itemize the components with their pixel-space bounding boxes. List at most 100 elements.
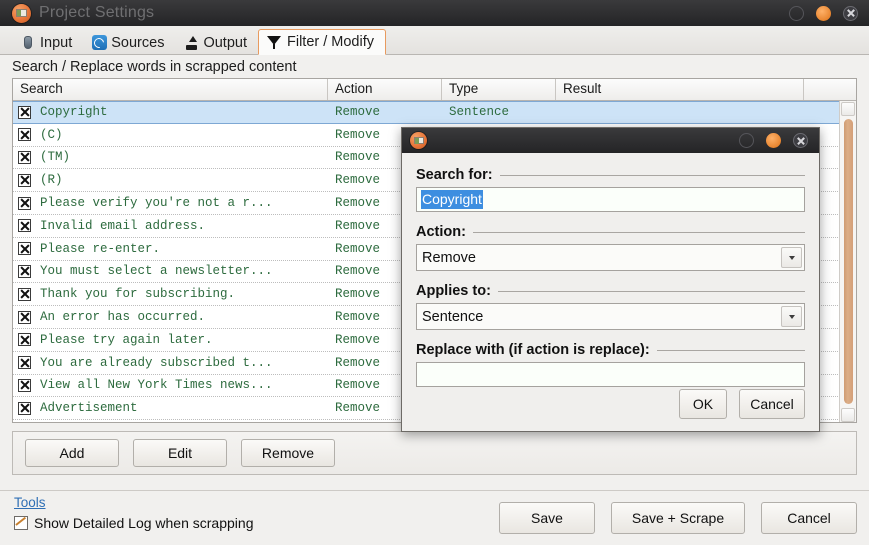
mouse-icon (20, 35, 36, 51)
label-rule (497, 290, 805, 292)
minimize-icon[interactable] (789, 5, 804, 21)
cell-search: (TM) (13, 150, 328, 164)
row-checkbox-icon[interactable] (18, 287, 31, 301)
section-label: Search / Replace words in scrapped conte… (12, 59, 297, 75)
checkbox-icon[interactable] (14, 516, 28, 530)
action-label-row: Action: (416, 224, 805, 240)
cell-search: (C) (13, 128, 328, 142)
dialog-ok-button[interactable]: OK (679, 389, 727, 419)
row-checkbox-icon[interactable] (18, 333, 31, 347)
label-rule (656, 349, 805, 351)
cell-search-text: Copyright (40, 105, 108, 120)
cell-search: Please re-enter. (13, 242, 328, 256)
tab-output-label: Output (203, 34, 247, 51)
row-checkbox-icon[interactable] (18, 242, 31, 256)
save-button[interactable]: Save (499, 502, 595, 534)
row-checkbox-icon[interactable] (18, 310, 31, 324)
cell-search-text: View all New York Times news... (40, 378, 273, 393)
cell-search: Copyright (13, 105, 328, 119)
tab-sources[interactable]: Sources (83, 30, 175, 55)
maximize-icon[interactable] (766, 133, 781, 148)
cell-search-text: Thank you for subscribing. (40, 287, 236, 302)
cell-search-text: An error has occurred. (40, 310, 206, 325)
replace-with-label: Replace with (if action is replace): (416, 342, 650, 358)
maximize-icon[interactable] (816, 5, 831, 21)
cancel-button[interactable]: Cancel (761, 502, 857, 534)
table-scrollbar[interactable] (839, 101, 856, 422)
scroll-up-icon[interactable] (841, 102, 855, 116)
window-title: Project Settings (39, 4, 155, 21)
row-checkbox-icon[interactable] (18, 105, 31, 119)
show-detailed-log-label: Show Detailed Log when scrapping (34, 515, 254, 531)
window-titlebar: Project Settings (0, 0, 869, 26)
row-checkbox-icon[interactable] (18, 264, 31, 278)
close-icon[interactable] (793, 133, 808, 148)
add-button[interactable]: Add (25, 439, 119, 467)
cell-search-text: You must select a newsletter... (40, 264, 273, 279)
column-header-type[interactable]: Type (442, 79, 556, 100)
chevron-down-icon[interactable] (781, 247, 802, 268)
scroll-down-icon[interactable] (841, 408, 855, 422)
row-checkbox-icon[interactable] (18, 401, 31, 415)
cell-search: View all New York Times news... (13, 378, 328, 392)
replace-with-input[interactable] (416, 362, 805, 387)
tools-link[interactable]: Tools (14, 495, 46, 510)
row-checkbox-icon[interactable] (18, 196, 31, 210)
cell-search: Please try again later. (13, 333, 328, 347)
window-footer: Tools Show Detailed Log when scrapping S… (0, 490, 869, 545)
project-settings-window: Project Settings Input Sources Output Fi… (0, 0, 869, 545)
cell-search-text: Advertisement (40, 401, 138, 416)
chevron-down-icon[interactable] (781, 306, 802, 327)
tab-output[interactable]: Output (175, 30, 258, 55)
tab-sources-label: Sources (111, 34, 165, 51)
row-checkbox-icon[interactable] (18, 173, 31, 187)
row-checkbox-icon[interactable] (18, 356, 31, 370)
dialog-cancel-button[interactable]: Cancel (739, 389, 805, 419)
label-rule (472, 231, 805, 233)
row-checkbox-icon[interactable] (18, 128, 31, 142)
action-select[interactable]: Remove (416, 244, 805, 271)
cell-search-text: Please try again later. (40, 332, 213, 347)
show-detailed-log-checkbox[interactable]: Show Detailed Log when scrapping (14, 515, 253, 531)
tab-input[interactable]: Input (12, 30, 83, 55)
cell-search-text: Invalid email address. (40, 218, 206, 233)
close-icon[interactable] (843, 5, 858, 21)
replace-with-label-row: Replace with (if action is replace): (416, 342, 805, 358)
column-header-result[interactable]: Result (556, 79, 804, 100)
cell-search: Thank you for subscribing. (13, 287, 328, 301)
dialog-titlebar (402, 128, 819, 153)
app-window-icon (410, 132, 427, 149)
funnel-icon (267, 34, 283, 50)
column-header-search[interactable]: Search (13, 79, 328, 100)
tab-filter-modify-label: Filter / Modify (286, 34, 374, 50)
applies-to-label-row: Applies to: (416, 283, 805, 299)
cell-search: An error has occurred. (13, 310, 328, 324)
cell-type: Sentence (449, 105, 510, 120)
row-checkbox-icon[interactable] (18, 378, 31, 392)
footer-buttons: Save Save + Scrape Cancel (499, 502, 857, 534)
save-and-scrape-button[interactable]: Save + Scrape (611, 502, 745, 534)
applies-to-select[interactable]: Sentence (416, 303, 805, 330)
dialog-body: Search for: Copyright Action: Remove App… (402, 153, 819, 387)
export-icon (183, 35, 199, 51)
minimize-icon[interactable] (739, 133, 754, 148)
column-header-action[interactable]: Action (328, 79, 442, 100)
cell-search: Advertisement (13, 401, 328, 415)
scrollbar-thumb[interactable] (844, 119, 853, 404)
row-checkbox-icon[interactable] (18, 219, 31, 233)
edit-button[interactable]: Edit (133, 439, 227, 467)
remove-button[interactable]: Remove (241, 439, 335, 467)
label-rule (499, 174, 805, 176)
table-row[interactable]: Copyright Remove Sentence (13, 101, 856, 124)
row-checkbox-icon[interactable] (18, 150, 31, 164)
column-header-pad (804, 79, 856, 100)
cell-search: Please verify you're not a r... (13, 196, 328, 210)
search-for-value: Copyright (421, 190, 483, 209)
dialog-window-controls (739, 133, 819, 148)
cell-search: Invalid email address. (13, 219, 328, 233)
search-for-input[interactable]: Copyright (416, 187, 805, 212)
cell-search-text: (C) (40, 127, 63, 142)
cell-search-text: (TM) (40, 150, 71, 165)
cell-search-text: You are already subscribed t... (40, 355, 273, 370)
tab-filter-modify[interactable]: Filter / Modify (257, 29, 386, 55)
